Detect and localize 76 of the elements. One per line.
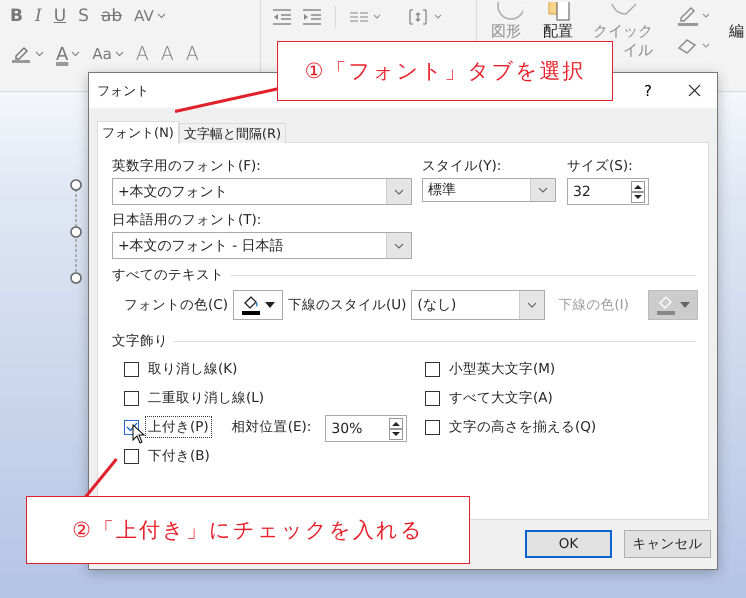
spin-box[interactable]: 30% [325,415,408,442]
combo-box[interactable]: +本文のフォント - 日本語 [112,232,412,259]
leader-line [84,458,118,498]
button-label: イル [622,41,653,60]
dialog-button[interactable]: OK [525,530,612,558]
font-tool-button[interactable]: I [30,2,46,30]
caret-icon [265,302,276,308]
checkbox[interactable] [425,390,440,406]
field-label: 日本語用のフォント(T): [112,211,262,229]
field-label: 下線の色(I) [558,296,629,314]
font-tool-button[interactable]: A [156,40,178,68]
chevron-icon [538,187,548,193]
arrange-button[interactable]: 配置 [538,2,577,41]
dialog-button[interactable]: キャンセル [624,530,711,558]
font-tool-button[interactable]: A [182,40,203,68]
font-tool-button[interactable]: A [52,40,84,68]
checkbox-label[interactable]: 小型英大文字(M) [446,358,558,380]
font-tool-button[interactable]: A [132,40,153,68]
checkbox-label[interactable]: 上付き(P) [145,416,212,438]
caret-icon [680,302,690,308]
chevron-icon [527,302,538,308]
field-label: サイズ(S): [567,157,634,175]
checkbox[interactable] [124,390,139,406]
field-label: 英数字用のフォント(F): [112,157,262,175]
field-label: フォントの色(C) [124,296,228,314]
font-tool-button[interactable]: ab [96,2,126,30]
paint-bucket-icon [655,294,678,316]
checkbox-label[interactable]: 下付き(B) [145,445,213,467]
caret-icon [156,13,166,19]
checkbox[interactable] [124,448,139,464]
chevron-icon [394,242,404,248]
font-tool-button[interactable]: U [50,2,70,30]
caret-icon [71,51,80,57]
decrease-indent-icon[interactable] [270,8,293,26]
mouse-pointer-icon [132,424,145,444]
checkbox[interactable] [425,362,440,376]
check-icon [126,422,138,432]
callout-box: ②「上付き」にチェックを入れる [26,496,470,564]
paint-bucket-icon [240,294,262,316]
combo-box[interactable]: (なし) [411,290,546,320]
spin-box[interactable]: 32 [567,178,649,205]
close-icon [688,84,700,97]
checkbox-label[interactable]: すべて大文字(A) [446,387,556,409]
field-label: 下線のスタイル(U) [288,296,406,314]
caret-icon [114,51,124,57]
section-heading: すべてのテキスト [112,266,224,284]
font-tool-button[interactable]: S [74,2,93,30]
checkbox-label[interactable]: 取り消し線(K) [145,358,240,380]
combo-box[interactable]: +本文のフォント [112,178,412,205]
combo-box[interactable]: 標準 [422,178,556,202]
checkbox[interactable] [124,362,139,376]
chevron-icon [394,188,404,194]
button-label: クイック [592,22,653,41]
caret-icon [35,51,44,57]
font-tool-button[interactable]: AV [130,2,170,30]
spin-arrows-icon[interactable] [631,180,645,202]
callout-box: ①「フォント」タブを選択 [277,41,613,101]
tab[interactable]: 文字幅と間隔(R) [178,123,286,143]
checkbox-label[interactable]: 文字の高さを揃える(Q) [446,416,600,438]
highlighter-icon [10,44,32,64]
section-heading: 文字飾り [112,332,168,350]
font-tool-button[interactable]: Aa [88,40,128,68]
help-button[interactable]: ? [625,76,671,106]
spin-arrows-icon[interactable] [389,418,404,440]
font-tool-button[interactable]: B [6,2,27,30]
edit-label: 編 [728,21,744,41]
window-title: フォント [97,82,150,100]
field-label: スタイル(Y): [422,157,502,175]
field-label: 相対位置(E): [232,418,312,436]
font-color-button[interactable] [232,290,283,320]
checkbox[interactable] [425,420,440,434]
button-label: 図形 [490,22,521,41]
tab[interactable]: フォント(N) [97,121,179,144]
checkbox-label[interactable]: 二重取り消し線(L) [145,387,268,409]
button-label: 配置 [542,22,573,41]
increase-indent-icon[interactable] [300,8,323,26]
